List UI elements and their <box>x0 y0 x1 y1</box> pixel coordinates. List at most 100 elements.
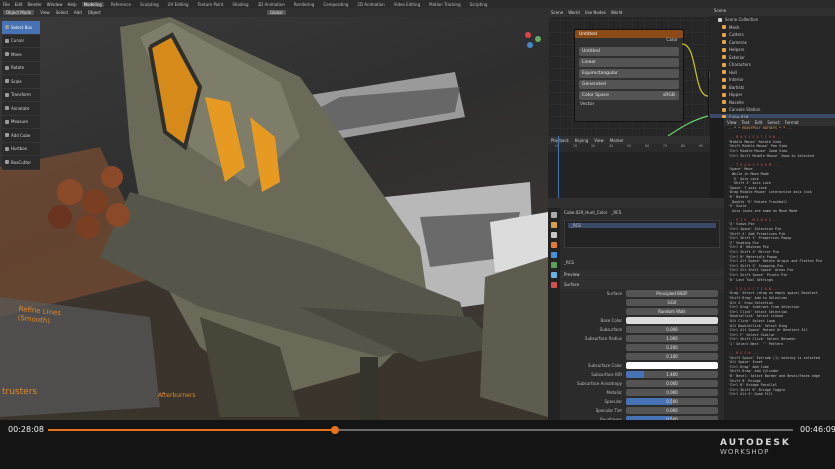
workspace-tab-shading[interactable]: Shading <box>230 2 250 7</box>
menu-format[interactable]: Format <box>785 120 799 125</box>
menu-keying[interactable]: Keying <box>575 138 588 143</box>
outliner-item[interactable]: Console Station <box>710 106 835 114</box>
outliner-item[interactable]: Nacelle <box>710 99 835 107</box>
outliner-item[interactable]: Helpers <box>710 46 835 54</box>
render-tab-icon[interactable] <box>551 222 557 228</box>
preview-section[interactable]: Preview <box>560 270 724 279</box>
menu-edit[interactable]: Edit <box>755 120 763 125</box>
output-tab-icon[interactable] <box>551 232 557 238</box>
menu-marker[interactable]: Marker <box>610 138 624 143</box>
tool-move[interactable]: Move <box>2 48 40 62</box>
timeline-editor[interactable]: Playback Keying View Marker 10 20 30 40 … <box>548 136 710 198</box>
outliner-item[interactable]: Interior <box>710 76 835 84</box>
workspace-tab-modeling[interactable]: Modeling <box>81 1 104 7</box>
property-field[interactable]: 0.500 <box>626 398 718 405</box>
tool-boxcutter[interactable]: BoxCutter <box>2 156 40 170</box>
outliner-item[interactable]: Cutters <box>710 31 835 39</box>
outliner-item[interactable]: Scene Collection <box>710 16 835 24</box>
workspace-tab-sculpting[interactable]: Sculpting <box>138 2 161 7</box>
property-field[interactable]: 1.000 <box>626 335 718 342</box>
tool-icon <box>5 133 9 138</box>
current-time: 00:28:08 <box>8 425 44 434</box>
tool-scale[interactable]: Scale <box>2 75 40 89</box>
data-tab-icon[interactable] <box>551 272 557 278</box>
menu-view-text[interactable]: View <box>727 120 737 125</box>
property-field[interactable]: 0.200 <box>626 344 718 351</box>
tool-tab-icon[interactable] <box>551 212 557 218</box>
outliner-item[interactable]: Hipper <box>710 91 835 99</box>
menu-view-timeline[interactable]: View <box>594 138 604 143</box>
menu-text[interactable]: Text <box>742 120 750 125</box>
object-tab-icon[interactable] <box>551 242 557 248</box>
menu-add[interactable]: Add <box>74 10 82 15</box>
property-field[interactable]: 0.000 <box>626 389 718 396</box>
menu-playback[interactable]: Playback <box>551 138 569 143</box>
text-editor[interactable]: View Text Edit Select Format -- * * HEAV… <box>724 118 835 420</box>
subsurface-method-dropdown[interactable]: Random Walk <box>626 308 718 315</box>
material-name-field[interactable]: _RCS <box>560 258 724 267</box>
outliner[interactable]: Scene Scene Collection Mesh Cutters Cameras… <box>710 8 835 118</box>
tool-cursor[interactable]: Cursor <box>2 35 40 48</box>
menu-edit[interactable]: Edit <box>15 2 23 7</box>
material-slot-list[interactable]: _RCS <box>564 220 720 248</box>
outliner-item[interactable]: Mesh <box>710 24 835 32</box>
tool-hurtbox[interactable]: Hurtbox <box>2 143 40 156</box>
property-row: Specular Tint 0.000 <box>560 406 724 415</box>
outliner-item[interactable]: Exterior <box>710 54 835 62</box>
tool-annotate[interactable]: Annotate <box>2 102 40 116</box>
property-field[interactable]: 0.000 <box>626 407 718 414</box>
workspace-tab-texture-paint[interactable]: Texture Paint <box>196 2 226 7</box>
surface-shader-dropdown[interactable]: Principled BSDF <box>626 290 718 297</box>
menu-file[interactable]: File <box>3 2 10 7</box>
workspace-tab-rendering[interactable]: Rendering <box>292 2 316 7</box>
total-time: 00:46:09 <box>800 425 835 434</box>
tool-add-cube[interactable]: Add Cube <box>2 129 40 143</box>
tool-measure[interactable]: Measure <box>2 116 40 129</box>
workspace-tab-reference[interactable]: Reference <box>109 2 133 7</box>
workspace-tab-2d-animation[interactable]: 2D Animation <box>355 2 386 7</box>
seek-handle[interactable] <box>330 426 339 434</box>
distribution-dropdown[interactable]: GGX <box>626 299 718 306</box>
tool-select-box[interactable]: Select Box <box>2 21 40 35</box>
workspace-tab-compositing[interactable]: Compositing <box>321 2 350 7</box>
modifier-tab-icon[interactable] <box>551 252 557 258</box>
workspace-tab-3d-animation[interactable]: 3D Animation <box>256 2 287 7</box>
property-field[interactable] <box>626 317 718 324</box>
property-row: 0.100 <box>560 352 724 361</box>
menu-object[interactable]: Object <box>88 10 101 15</box>
collection-icon <box>722 100 726 105</box>
material-tab-icon[interactable] <box>551 282 557 288</box>
shader-node-editor[interactable]: Scene World Use Nodes World Untitled Col… <box>548 8 710 136</box>
workspace-tab-uv-editing[interactable]: UV Editing <box>166 2 191 7</box>
3d-viewport[interactable]: Select Box Cursor Move Rotate Scale Transform… <box>0 17 548 420</box>
timeline-ruler[interactable]: 10 20 30 40 50 60 70 80 90 <box>548 144 710 152</box>
tool-rotate[interactable]: Rotate <box>2 62 40 75</box>
playhead[interactable] <box>558 136 559 198</box>
outliner-item[interactable]: Cameras <box>710 39 835 47</box>
property-field[interactable] <box>626 362 718 369</box>
constraints-tab-icon[interactable] <box>551 262 557 268</box>
workspace-tab-video-editing[interactable]: Video Editing <box>392 2 422 7</box>
menu-view[interactable]: View <box>40 10 50 15</box>
outliner-item[interactable]: Characters <box>710 61 835 69</box>
material-slot-item[interactable]: _RCS <box>568 223 716 228</box>
tool-transform[interactable]: Transform <box>2 89 40 102</box>
outliner-item[interactable]: Bartists <box>710 84 835 92</box>
workspace-tab-motion-tracking[interactable]: Motion Tracking <box>427 2 462 7</box>
outliner-item[interactable]: Hull <box>710 69 835 77</box>
menu-render[interactable]: Render <box>27 2 41 7</box>
property-field[interactable]: 0.000 <box>626 326 718 333</box>
property-field[interactable]: 0.000 <box>626 380 718 387</box>
property-field[interactable]: 1.400 <box>626 371 718 378</box>
mode-dropdown[interactable]: Object Mode <box>3 10 35 15</box>
menu-select[interactable]: Select <box>56 10 68 15</box>
menu-select-text[interactable]: Select <box>767 120 779 125</box>
orientation-dropdown[interactable]: Global <box>266 10 286 15</box>
surface-section[interactable]: Surface <box>560 280 724 289</box>
outliner-title: Scene <box>710 8 835 16</box>
menu-window[interactable]: Window <box>47 2 63 7</box>
property-field[interactable]: 0.100 <box>626 353 718 360</box>
property-label: Specular <box>604 399 622 404</box>
workspace-tab-scripting[interactable]: Scripting <box>468 2 490 7</box>
menu-help[interactable]: Help <box>67 2 76 7</box>
